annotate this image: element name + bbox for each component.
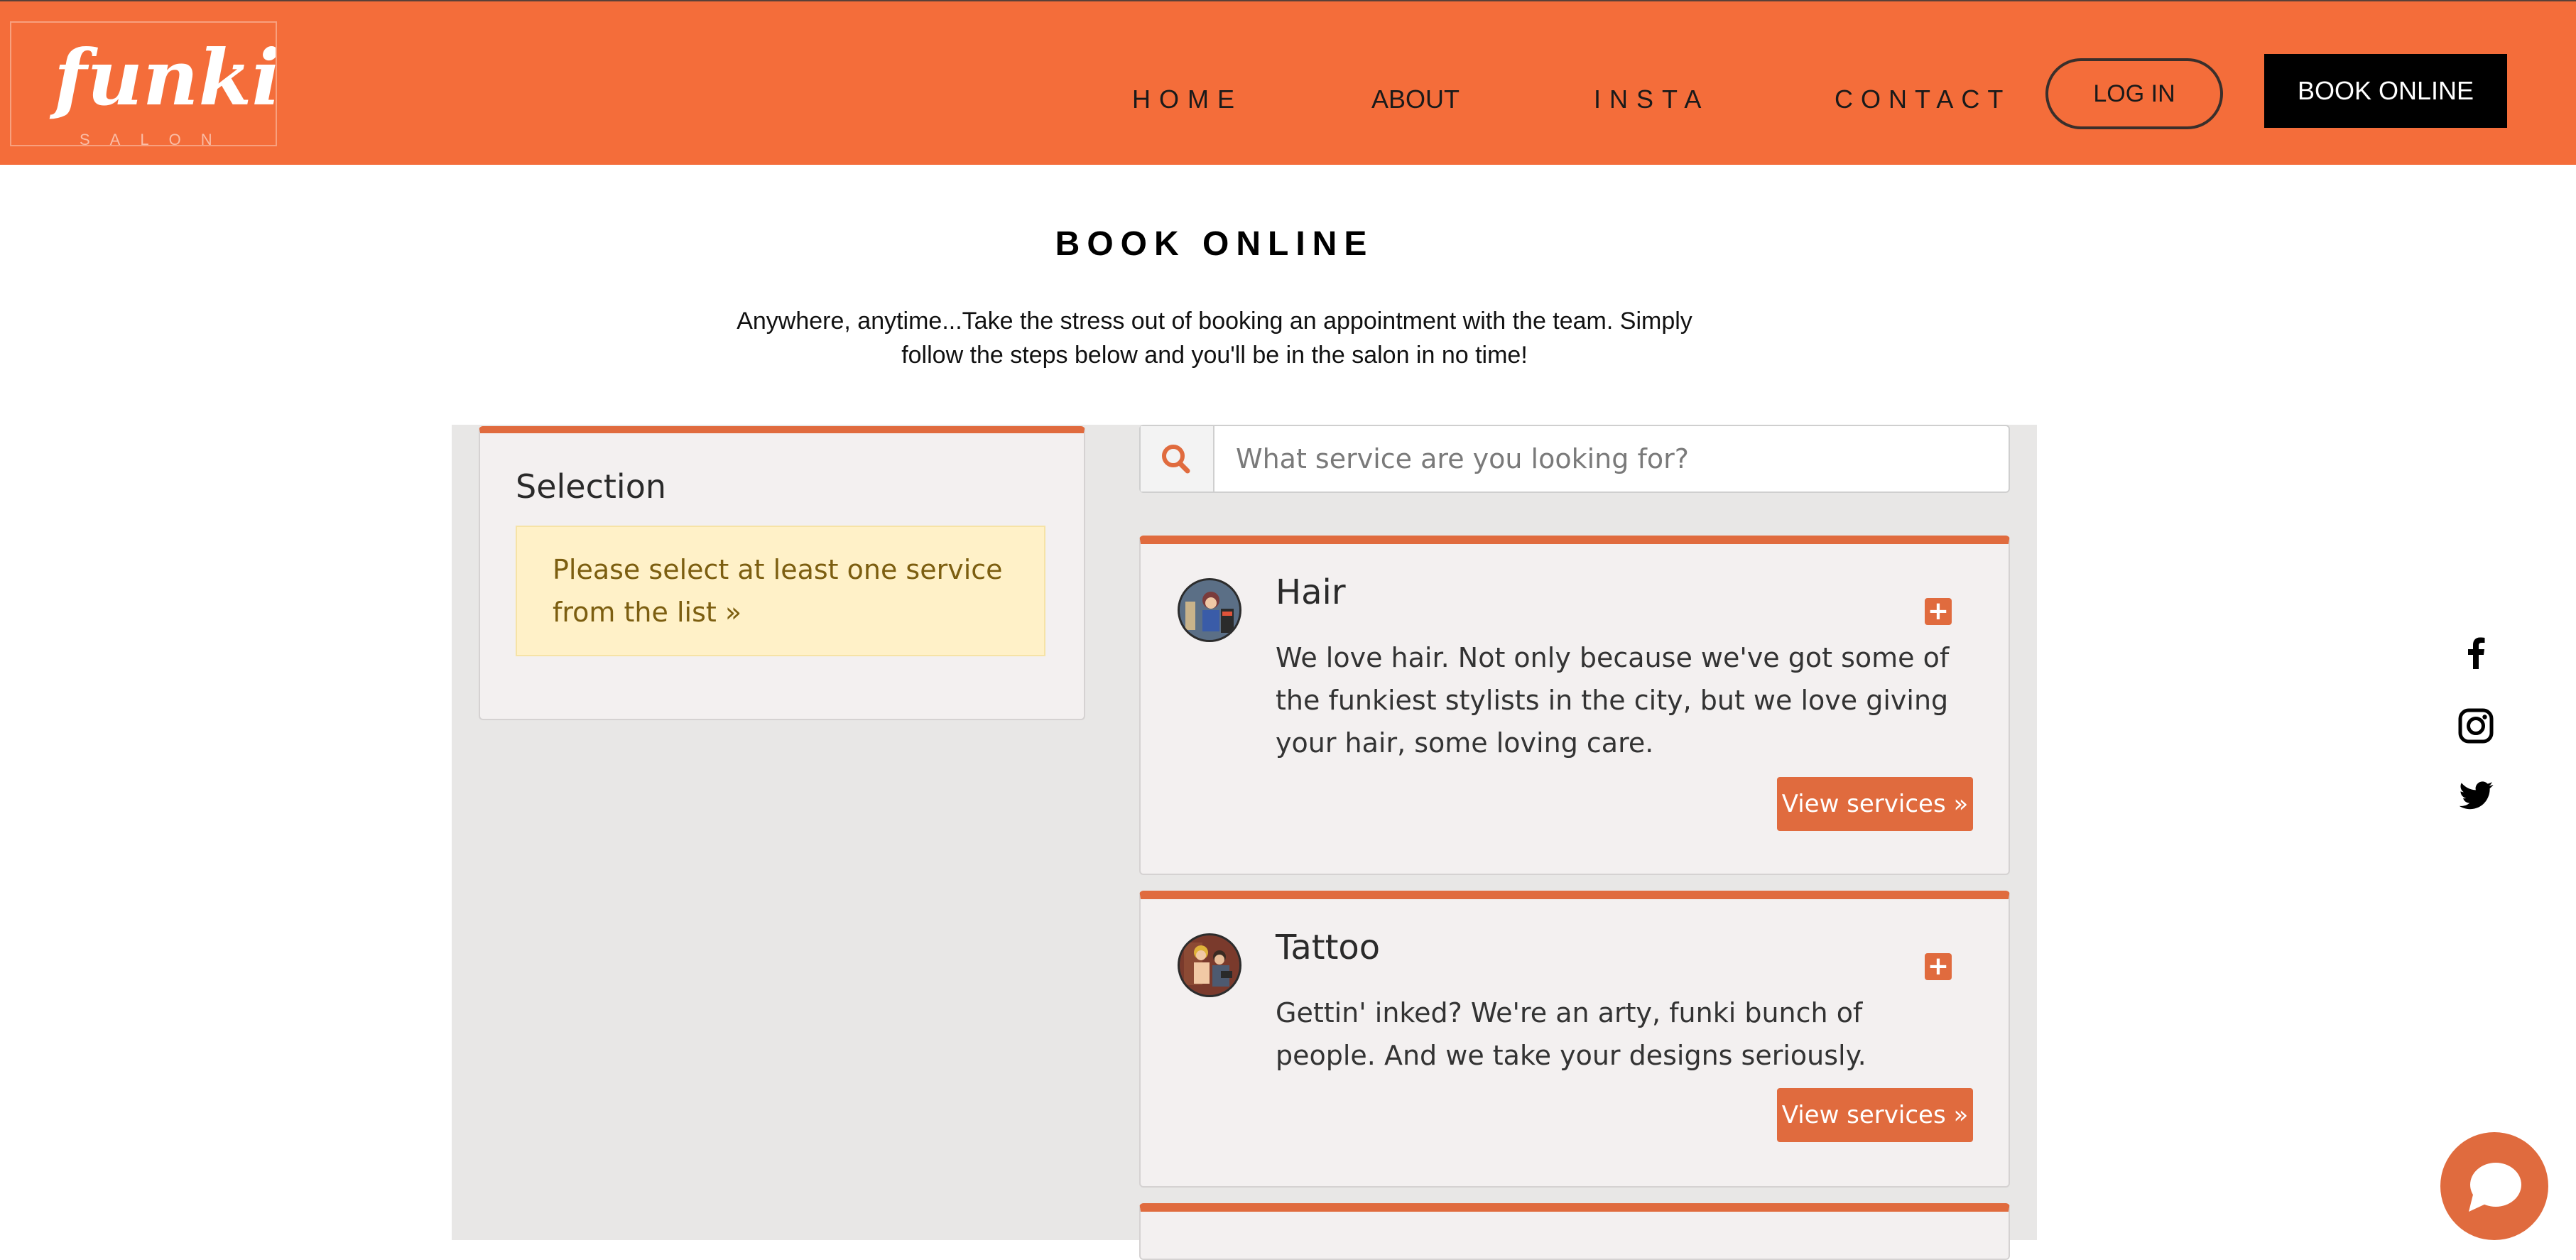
hair-add-button[interactable]: + [1925,598,1952,625]
hair-avatar-image [1180,580,1239,640]
facebook-icon[interactable] [2453,631,2499,676]
search-icon [1162,445,1190,474]
page-intro: Anywhere, anytime...Take the stress out … [717,304,1712,372]
search-input[interactable] [1214,426,2007,491]
page-title: BOOK ONLINE [1055,225,1374,263]
nav-about[interactable]: ABOUT [1371,84,1460,115]
instagram-icon[interactable] [2453,703,2499,749]
hair-title: Hair [1276,572,1346,612]
twitter-icon[interactable] [2453,773,2499,818]
login-button[interactable]: LOG IN [2045,58,2223,129]
service-search [1139,425,2010,493]
logo-text: funki [54,33,277,123]
chat-button[interactable] [2440,1132,2548,1240]
tattoo-avatar-image [1180,935,1239,995]
tattoo-description: Gettin' inked? We're an arty, funki bunc… [1276,997,1866,1071]
intro-line-1: Anywhere, anytime...Take the stress out … [737,308,1692,335]
tattoo-add-button[interactable]: + [1925,953,1952,980]
nav-insta[interactable]: INSTA [1594,84,1710,115]
selection-alert: Please select at least one service from … [516,526,1045,656]
selection-title: Selection [516,467,666,506]
site-header: funki SALON HOME ABOUT INSTA CONTACT LOG… [0,0,2576,165]
nav-contact[interactable]: CONTACT [1835,84,2011,115]
logo-subtitle: SALON [80,131,232,146]
logo[interactable]: funki SALON [10,21,277,146]
tattoo-title: Tattoo [1276,928,1381,967]
hair-avatar [1178,578,1241,642]
nav-home[interactable]: HOME [1132,84,1243,115]
service-card-hair: Hair + We love hair. Not only because we… [1139,536,2010,875]
service-card-next [1139,1203,2010,1260]
hair-description: We love hair. Not only because we've got… [1276,642,1950,759]
book-online-button[interactable]: BOOK ONLINE [2264,54,2507,128]
hair-view-services-button[interactable]: View services » [1777,777,1973,831]
search-addon [1141,426,1214,491]
selection-panel: Selection Please select at least one ser… [479,426,1085,720]
tattoo-view-services-button[interactable]: View services » [1777,1088,1973,1142]
intro-line-2: follow the steps below and you'll be in … [901,342,1528,369]
service-card-tattoo: Tattoo + Gettin' inked? We're an arty, f… [1139,891,2010,1188]
tattoo-avatar [1178,933,1241,997]
chat-icon [2469,1163,2521,1212]
